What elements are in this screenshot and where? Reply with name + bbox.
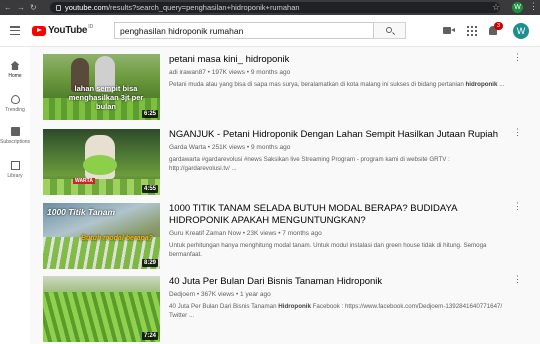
hamburger-menu-icon[interactable]	[10, 26, 20, 36]
video-info: petani masa kini_ hidroponik adi irawan8…	[169, 54, 509, 90]
browser-profile-avatar[interactable]: W	[512, 2, 523, 13]
view-count: 23K views	[246, 230, 277, 237]
sidebar-item-home[interactable]: Home	[0, 61, 30, 79]
sidebar-item-library[interactable]: Library	[0, 161, 30, 179]
trending-icon	[10, 95, 20, 104]
channel-name[interactable]: Garda Warta	[169, 144, 206, 151]
library-icon	[10, 161, 20, 170]
search-icon	[386, 27, 392, 33]
video-result[interactable]: 7:24 40 Juta Per Bulan Dari Bisnis Tanam…	[43, 275, 533, 342]
sidebar-item-label: Library	[7, 173, 23, 179]
video-duration: 7:24	[141, 332, 158, 340]
video-result[interactable]: 1000 Titik Tanam Butuh modal berapa? 8:2…	[43, 202, 533, 269]
video-menu-icon[interactable]: ⋮	[513, 202, 522, 211]
thumbnail-caption: WARTA	[73, 178, 95, 184]
view-count: 197K views	[211, 69, 245, 76]
thumbnail-title: 1000 Titik Tanam	[47, 207, 116, 217]
upload-age: 9 months ago	[250, 69, 291, 76]
browser-nav: ← → ↻	[4, 3, 37, 12]
video-title[interactable]: NGANJUK - Petani Hidroponik Dengan Lahan…	[169, 129, 509, 141]
video-menu-icon[interactable]: ⋮	[513, 275, 522, 284]
url-host: youtube.com	[65, 3, 108, 12]
description-text: 40 Juta Per Bulan Dari Bisnis Tanaman	[169, 303, 279, 310]
video-title[interactable]: petani masa kini_ hidroponik	[169, 54, 509, 66]
view-count: 367K views	[200, 291, 235, 298]
video-result[interactable]: lahan sempit bisa menghasilkan 3jt per b…	[43, 53, 533, 120]
logo-region: ID	[88, 23, 94, 30]
video-meta: adi irawan87 • 197K views • 9 months ago	[169, 69, 291, 76]
bookmark-star-icon[interactable]: ☆	[492, 2, 500, 13]
account-avatar[interactable]: W	[513, 23, 529, 39]
video-description: Petani muda atau yang bisa di sapa mas s…	[169, 81, 509, 90]
logo-text: YouTube	[48, 25, 88, 36]
video-title[interactable]: 40 Juta Per Bulan Dari Bisnis Tanaman Hi…	[169, 276, 509, 288]
create-video-icon[interactable]	[443, 27, 455, 34]
channel-name[interactable]: Guru Kreatif Zaman Now	[169, 230, 241, 237]
upload-age: 1 year ago	[240, 291, 271, 298]
youtube-header: YouTube ID penghasilan hidroponik rumaha…	[0, 15, 540, 47]
video-duration: 6:25	[141, 110, 158, 118]
description-text: Untuk perhitungan hanya menghitung modal…	[169, 242, 487, 258]
search-button[interactable]	[374, 22, 406, 39]
video-duration: 4:55	[141, 185, 158, 193]
video-meta: Guru Kreatif Zaman Now • 23K views • 7 m…	[169, 230, 322, 237]
video-thumbnail[interactable]: lahan sempit bisa menghasilkan 3jt per b…	[43, 54, 160, 120]
video-description: gardawarta #gardarevolusi #news Saksikan…	[169, 156, 509, 173]
upload-age: 7 months ago	[282, 230, 322, 237]
video-description: 40 Juta Per Bulan Dari Bisnis Tanaman Hi…	[169, 303, 509, 320]
url-path: /results?search_query=penghasilan+hidrop…	[107, 3, 300, 12]
channel-name[interactable]: adi irawan87	[169, 69, 206, 76]
reload-icon[interactable]: ↻	[30, 3, 37, 12]
video-title[interactable]: 1000 TITIK TANAM SELADA BUTUH MODAL BERA…	[169, 203, 509, 227]
video-menu-icon[interactable]: ⋮	[513, 53, 522, 62]
channel-name[interactable]: Dedjoem	[169, 291, 195, 298]
sidebar-item-label: Subscriptions	[0, 139, 31, 145]
video-result[interactable]: WARTA 4:55 NGANJUK - Petani Hidroponik D…	[43, 128, 533, 195]
back-icon[interactable]: ←	[4, 3, 12, 12]
browser-toolbar: ← → ↻ youtube.com/results?search_query=p…	[0, 0, 540, 15]
description-text: Petani muda atau yang bisa di sapa mas s…	[169, 81, 466, 88]
thumbnail-caption: Butuh modal berapa?	[81, 235, 153, 242]
video-menu-icon[interactable]: ⋮	[513, 128, 522, 137]
sidebar-item-label: Home	[8, 73, 22, 79]
search-input[interactable]: penghasilan hidroponik rumahan	[114, 22, 374, 39]
video-meta: Garda Warta • 251K views • 9 months ago	[169, 144, 291, 151]
video-thumbnail[interactable]: 1000 Titik Tanam Butuh modal berapa? 8:2…	[43, 203, 160, 269]
youtube-logo[interactable]: YouTube ID	[32, 23, 94, 36]
sidebar-item-label: Trending	[5, 107, 25, 113]
description-text-end: ...	[497, 81, 505, 88]
upload-age: 9 months ago	[251, 144, 291, 151]
video-description: Untuk perhitungan hanya menghitung modal…	[169, 242, 509, 259]
forward-icon[interactable]: →	[17, 3, 25, 12]
notification-count-badge: 3	[494, 22, 503, 30]
description-text: gardawarta #gardarevolusi #news Saksikan…	[169, 156, 450, 172]
description-highlight: Hidroponik	[278, 303, 311, 310]
video-thumbnail[interactable]: 7:24	[43, 276, 160, 342]
video-info: NGANJUK - Petani Hidroponik Dengan Lahan…	[169, 129, 509, 173]
youtube-play-icon	[32, 25, 46, 36]
home-icon	[10, 61, 20, 70]
address-bar[interactable]: youtube.com/results?search_query=penghas…	[50, 2, 500, 13]
video-meta: Dedjoem • 367K views • 1 year ago	[169, 291, 271, 298]
thumbnail-caption: lahan sempit bisa menghasilkan 3jt per b…	[68, 84, 144, 111]
sidebar-item-subscriptions[interactable]: Subscriptions	[0, 127, 30, 145]
video-info: 40 Juta Per Bulan Dari Bisnis Tanaman Hi…	[169, 276, 509, 320]
apps-grid-icon[interactable]	[467, 26, 477, 36]
lock-icon	[56, 4, 61, 11]
sidebar-item-trending[interactable]: Trending	[0, 95, 30, 113]
view-count: 251K views	[211, 144, 246, 151]
video-info: 1000 TITIK TANAM SELADA BUTUH MODAL BERA…	[169, 203, 509, 259]
description-highlight: hidroponik	[465, 81, 498, 88]
mini-sidebar: Home Trending Subscriptions Library	[0, 47, 30, 344]
browser-menu-icon[interactable]: ⋮	[529, 1, 538, 12]
video-thumbnail[interactable]: WARTA 4:55	[43, 129, 160, 195]
video-duration: 8:29	[141, 259, 158, 267]
subscriptions-icon	[10, 127, 20, 136]
